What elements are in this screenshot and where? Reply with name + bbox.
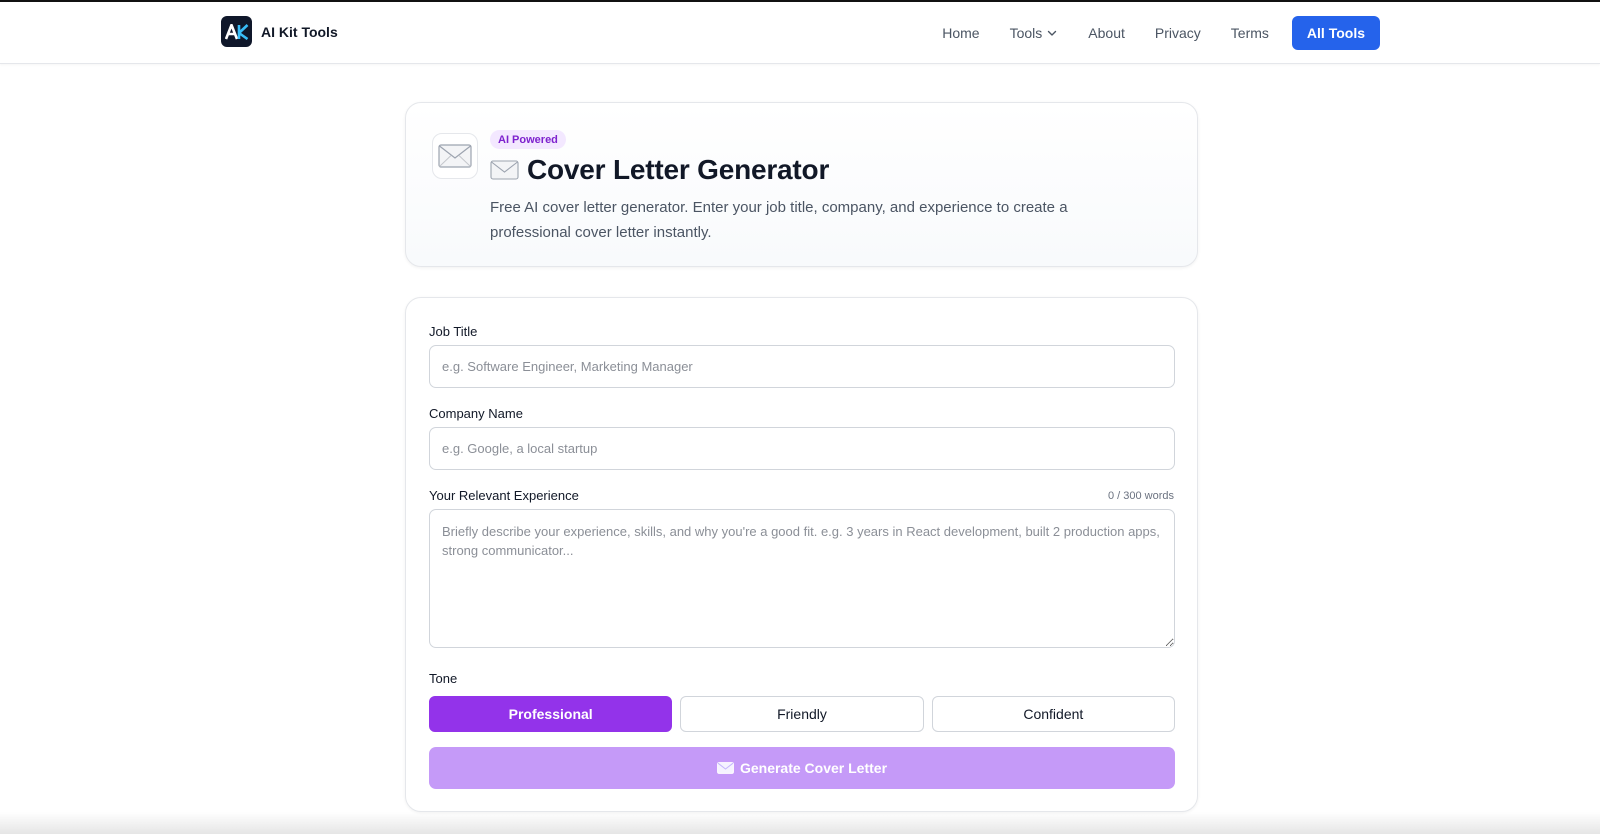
company-name-label: Company Name [429, 406, 523, 421]
site-header: AI Kit Tools Home Tools About Privacy Te… [0, 0, 1600, 64]
company-name-input[interactable] [429, 427, 1175, 470]
tone-professional-button[interactable]: Professional [429, 696, 673, 732]
nav-privacy[interactable]: Privacy [1155, 25, 1201, 41]
nav-about[interactable]: About [1088, 25, 1125, 41]
main-nav: Home Tools About Privacy Terms All Tools [942, 16, 1380, 50]
page-description: Free AI cover letter generator. Enter yo… [490, 199, 1068, 241]
cover-letter-form: Job Title Company Name Your Relevant Exp… [405, 297, 1198, 812]
page-title: Cover Letter Generator [527, 154, 830, 185]
nav-tools-label: Tools [1009, 25, 1043, 41]
tone-label: Tone [429, 671, 458, 686]
brand-name: AI Kit Tools [261, 23, 338, 40]
tone-friendly-button[interactable]: Friendly [680, 696, 924, 732]
brand-logo-icon [221, 16, 252, 47]
tone-selector: Professional Friendly Confident [429, 696, 1175, 732]
generate-cover-letter-button[interactable]: Generate Cover Letter [429, 747, 1175, 789]
job-title-label: Job Title [429, 324, 478, 339]
brand-link[interactable]: AI Kit Tools [221, 16, 338, 47]
chevron-down-icon [1048, 30, 1057, 36]
tool-hero-card: AI Powered Cover Letter Generator Free A… [405, 102, 1198, 267]
ai-powered-badge: AI Powered [490, 130, 566, 149]
tone-confident-button[interactable]: Confident [931, 696, 1175, 732]
nav-tools-dropdown[interactable]: Tools [1010, 25, 1059, 41]
experience-label: Your Relevant Experience [429, 488, 579, 503]
all-tools-button[interactable]: All Tools [1291, 16, 1380, 50]
nav-terms[interactable]: Terms [1231, 25, 1269, 41]
generate-button-label: Generate Cover Letter [739, 760, 888, 776]
nav-home[interactable]: Home [942, 25, 979, 41]
envelope-icon [717, 762, 734, 774]
job-title-input[interactable] [429, 345, 1175, 388]
window-bottom-shadow [0, 812, 1600, 834]
page-title-row: Cover Letter Generator [490, 154, 829, 186]
envelope-icon [438, 144, 472, 168]
tool-icon-box [432, 133, 478, 179]
envelope-icon [490, 160, 519, 180]
word-counter: 0 / 300 words [1107, 490, 1174, 502]
experience-textarea[interactable] [429, 509, 1175, 648]
